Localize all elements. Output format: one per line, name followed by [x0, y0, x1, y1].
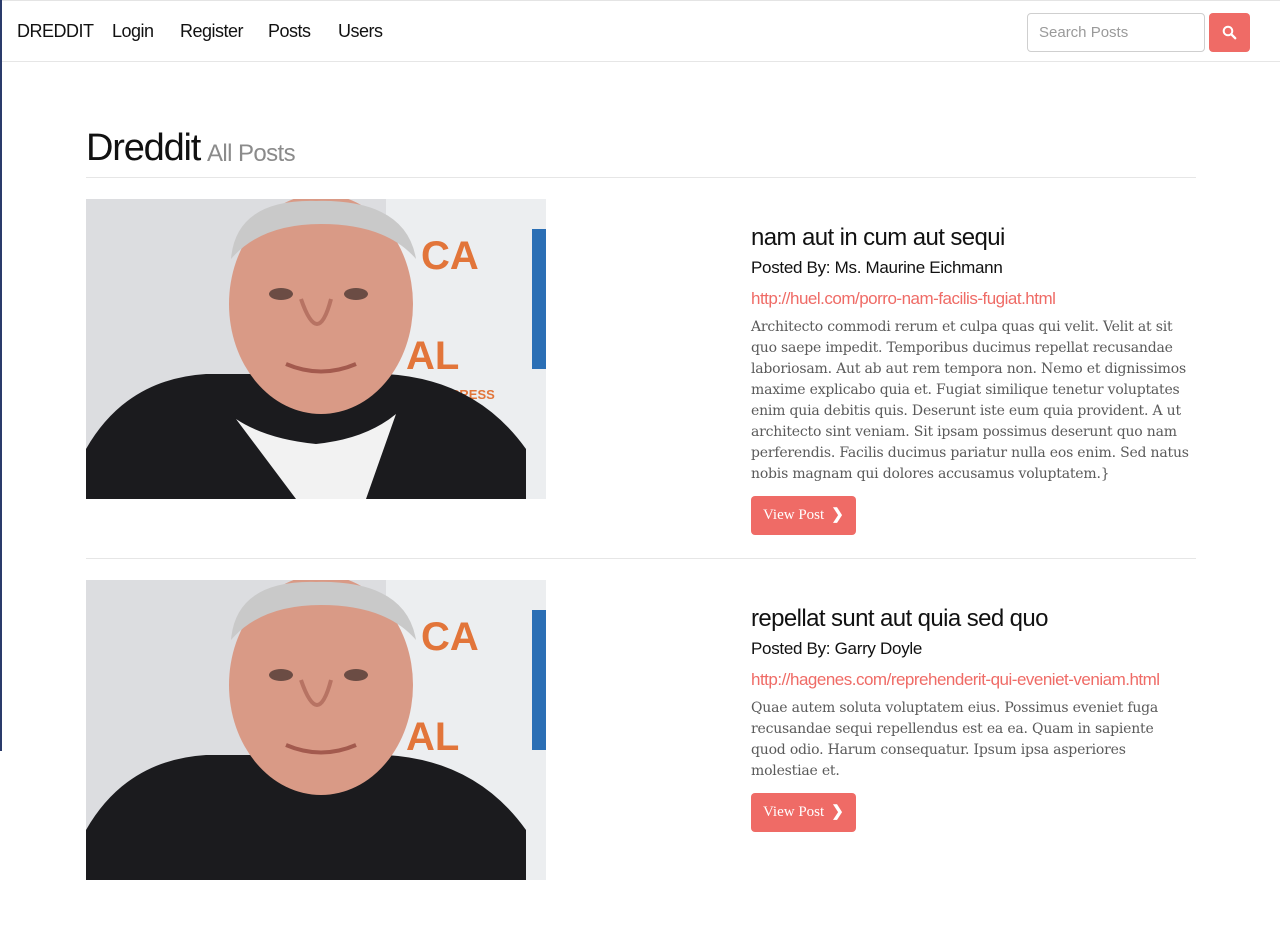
post-excerpt: Quae autem soluta voluptatem eius. Possi…: [751, 700, 1159, 779]
search-icon: [1222, 25, 1237, 40]
post-divider: [86, 558, 1196, 559]
portrait-photo: CA AL: [86, 580, 546, 880]
svg-text:AL: AL: [406, 334, 459, 378]
portrait-photo: CA AL AN EXPRESS: [86, 199, 546, 499]
brand-link[interactable]: DREDDIT: [17, 21, 94, 42]
page-subtitle: All Posts: [207, 140, 296, 167]
svg-text:CA: CA: [421, 234, 479, 278]
svg-text:AL: AL: [406, 715, 459, 759]
nav-users-link[interactable]: Users: [338, 21, 383, 42]
nav-posts-link[interactable]: Posts: [268, 21, 311, 42]
page-title: Dreddit: [86, 127, 201, 169]
search-input[interactable]: [1027, 13, 1205, 52]
navbar: DREDDIT Login Register Posts Users: [2, 0, 1280, 62]
view-post-button[interactable]: View Post ❯: [751, 793, 856, 832]
post-image[interactable]: CA AL: [86, 580, 546, 880]
post-url-link[interactable]: http://huel.com/porro-nam-facilis-fugiat…: [751, 287, 1191, 311]
post-body: repellat sunt aut quia sed quo Posted By…: [751, 604, 1191, 832]
view-post-label: View Post: [763, 507, 825, 523]
post-image[interactable]: CA AL AN EXPRESS: [86, 199, 546, 499]
post-card: CA AL AN EXPRESS nam aut in cum aut sequ…: [86, 199, 1196, 559]
post-card: CA AL repellat sunt aut quia sed quo Pos…: [86, 580, 1196, 940]
view-post-label: View Post: [763, 804, 825, 820]
post-author: Posted By: Garry Doyle: [751, 639, 923, 658]
nav-register-link[interactable]: Register: [180, 21, 244, 42]
chevron-right-icon: ❯: [831, 507, 844, 523]
page-header: Dreddit All Posts: [86, 126, 1196, 178]
chevron-right-icon: ❯: [831, 804, 844, 820]
view-post-button[interactable]: View Post ❯: [751, 496, 856, 535]
post-excerpt: Architecto commodi rerum et culpa quas q…: [751, 319, 1189, 482]
post-author: Posted By: Ms. Maurine Eichmann: [751, 258, 1003, 277]
nav-login-link[interactable]: Login: [112, 21, 154, 42]
post-body: nam aut in cum aut sequi Posted By: Ms. …: [751, 223, 1191, 535]
svg-text:CA: CA: [421, 615, 479, 659]
post-title[interactable]: repellat sunt aut quia sed quo: [751, 604, 1191, 634]
search-button[interactable]: [1209, 13, 1250, 52]
post-url-link[interactable]: http://hagenes.com/reprehenderit-qui-eve…: [751, 668, 1191, 692]
post-title[interactable]: nam aut in cum aut sequi: [751, 223, 1191, 253]
